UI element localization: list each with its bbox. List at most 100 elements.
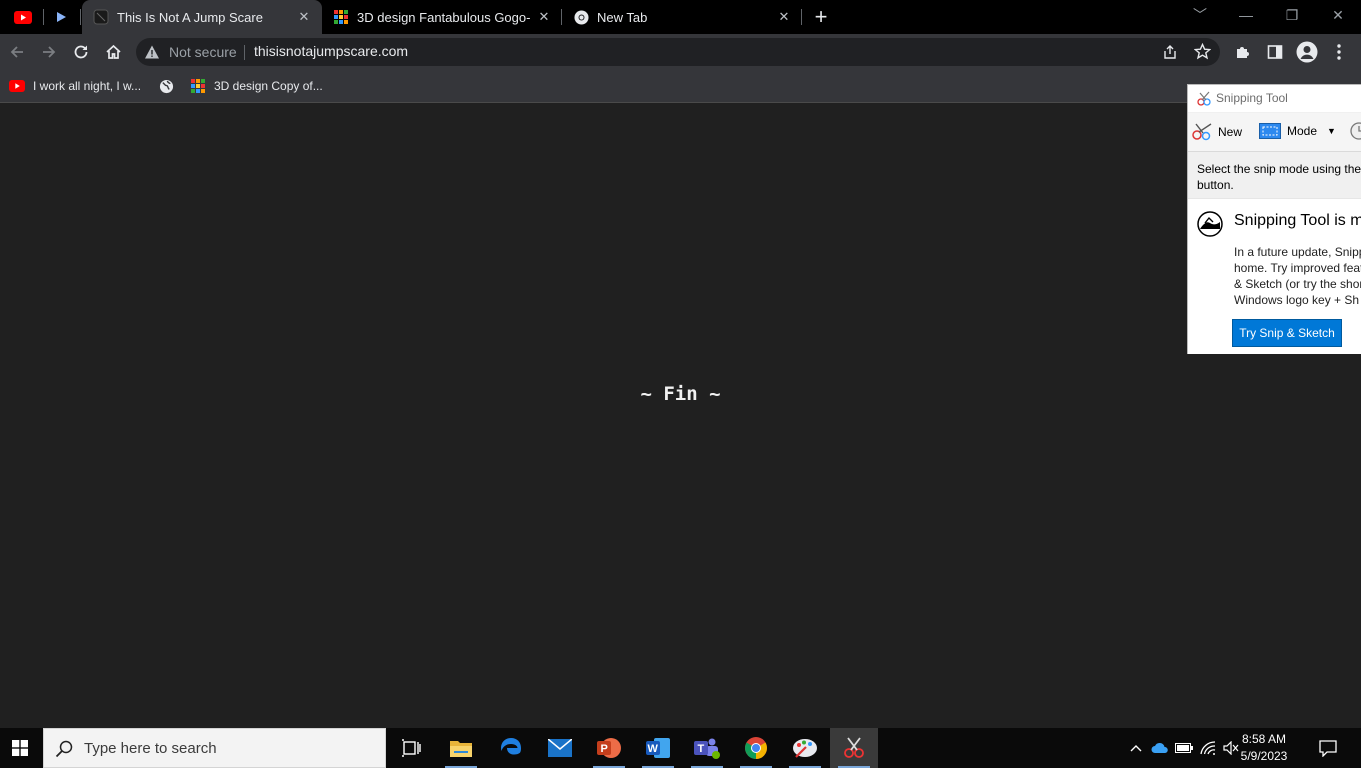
bookmark-label: 3D design Copy of... [214,79,323,93]
file-explorer-button[interactable] [437,728,485,768]
globe-icon [158,78,174,94]
profile-button[interactable] [1293,38,1321,66]
new-snip-button[interactable]: New [1191,123,1242,141]
snipping-tool-icon [844,737,864,758]
home-button[interactable] [99,38,127,66]
word-icon: W [646,738,670,758]
warning-icon[interactable] [144,44,160,60]
notice-line: & Sketch (or try the shor [1234,277,1361,291]
tab-new-tab[interactable]: New Tab ✕ [562,0,802,34]
extensions-button[interactable] [1229,38,1257,66]
pinned-tab-play[interactable] [44,0,78,34]
system-clock[interactable]: 8:58 AM 5/9/2023 [1240,731,1288,765]
tab-title: 3D design Fantabulous Gogo-Ga [357,9,530,25]
windows-taskbar: Type here to search P W T 8:58 AM 5/9/20… [0,728,1361,768]
try-snip-sketch-button[interactable]: Try Snip & Sketch [1232,319,1342,347]
bookmarks-bar: I work all night, I w... 3D design Copy … [0,70,1361,103]
close-tab-icon[interactable]: ✕ [536,9,552,25]
tinkercad-icon [333,9,349,25]
dark-site-icon [93,9,109,25]
notice-title: Snipping Tool is m [1234,212,1361,229]
mode-button[interactable]: Mode ▼ [1259,123,1336,139]
forward-button[interactable] [35,38,63,66]
teams-icon: T [694,738,720,759]
search-icon [55,740,73,763]
back-button[interactable] [3,38,31,66]
youtube-icon [14,10,32,24]
tab-title: This Is Not A Jump Scare [117,9,263,25]
new-tab-button[interactable]: + [806,0,836,34]
teams-button[interactable]: T [683,728,731,768]
reload-button[interactable] [67,38,95,66]
start-button[interactable] [0,728,40,768]
battery-icon [1175,743,1193,753]
chrome-button[interactable] [732,728,780,768]
edge-icon [501,738,521,755]
home-icon [105,44,121,59]
tab-search-button[interactable]: ﹀ [1177,0,1223,30]
wifi-button[interactable] [1198,738,1218,758]
snipping-tool-titlebar[interactable]: Snipping Tool [1188,85,1361,112]
chrome-icon [745,737,767,759]
windows-logo-icon [12,740,28,756]
file-explorer-icon [450,741,472,757]
powerpoint-icon: P [597,738,621,758]
clock-time: 8:58 AM [1241,732,1287,746]
taskbar-search-box[interactable]: Type here to search [43,728,386,768]
tab-separator [801,9,802,25]
youtube-icon [9,78,25,94]
new-label: New [1218,125,1243,139]
paint-3d-button[interactable] [781,728,829,768]
snipping-tool-icon [1196,91,1212,112]
notice-line: Windows logo key + Sh [1234,293,1360,307]
powerpoint-button[interactable]: P [585,728,633,768]
bookmark-3d-design[interactable]: 3D design Copy of... [190,76,323,96]
reload-icon [74,45,88,59]
menu-button[interactable] [1325,38,1353,66]
back-arrow-icon [10,46,23,58]
task-view-button[interactable] [387,728,435,768]
tab-this-is-not-a-jump-scare[interactable]: This Is Not A Jump Scare ✕ [82,0,322,34]
security-label[interactable]: Not secure [169,44,237,60]
paint-3d-icon [793,739,817,758]
web-page: ~ Fin ~ [0,103,1361,728]
mail-button[interactable] [536,728,584,768]
word-button[interactable]: W [634,728,682,768]
dropdown-arrow-icon: ▼ [1327,126,1336,136]
message-line: button. [1197,178,1234,192]
notification-icon [1319,739,1337,757]
address-bar[interactable]: Not secure thisisnotajumpscare.com [136,38,1220,66]
volume-button[interactable] [1221,738,1241,758]
side-panel-icon [1267,45,1283,59]
edge-button[interactable] [487,728,535,768]
fin-text: ~ Fin ~ [640,383,721,405]
close-tab-icon[interactable]: ✕ [776,9,792,25]
delay-button[interactable] [1350,122,1361,140]
tab-3d-design[interactable]: 3D design Fantabulous Gogo-Ga ✕ [322,0,562,34]
url-text[interactable]: thisisnotajumpscare.com [254,43,408,59]
pinned-tab-youtube[interactable] [6,0,40,34]
onedrive-button[interactable] [1150,738,1170,758]
restore-button[interactable]: ❐ [1269,0,1315,30]
action-center-button[interactable] [1318,738,1338,758]
bookmark-star-icon[interactable] [1193,42,1212,65]
task-view-icon [402,739,421,757]
tab-strip: This Is Not A Jump Scare ✕ 3D design Fan… [0,0,1361,34]
snip-mode-message: Select the snip mode using the button. [1197,161,1361,193]
clock-icon [1350,122,1361,140]
minimize-button[interactable]: — [1223,0,1269,30]
forward-arrow-icon [43,46,56,58]
notice-body: In a future update, Snipp home. Try impr… [1234,244,1361,308]
show-hidden-icons-button[interactable] [1126,738,1146,758]
search-placeholder: Type here to search [84,740,217,757]
close-window-button[interactable]: ✕ [1315,0,1361,30]
bookmark-label: I work all night, I w... [33,79,142,93]
side-panel-button[interactable] [1261,38,1289,66]
snipping-tool-title: Snipping Tool [1216,91,1288,105]
share-icon[interactable] [1162,44,1178,65]
battery-button[interactable] [1174,738,1194,758]
snipping-tool-taskbar-button[interactable] [830,728,878,768]
close-tab-icon[interactable]: ✕ [296,9,312,25]
bookmark-globe[interactable] [158,76,182,96]
bookmark-youtube[interactable]: I work all night, I w... [9,76,141,96]
